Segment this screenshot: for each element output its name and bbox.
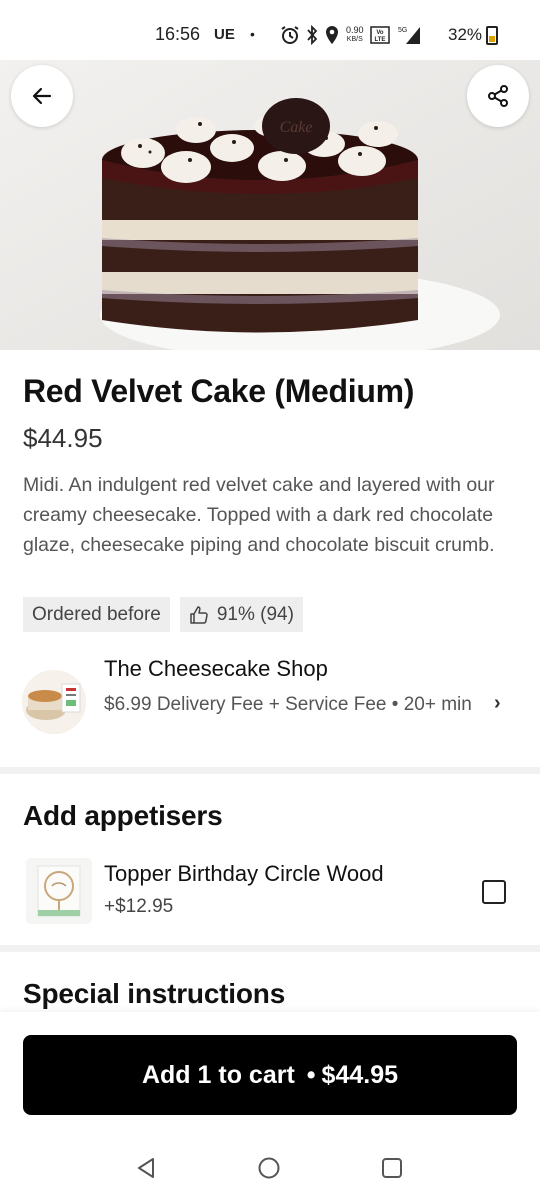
status-icons: 0.90 KB/S Vo LTE 5G <box>280 22 422 48</box>
location-icon <box>326 26 338 44</box>
alarm-icon <box>281 26 299 44</box>
svg-text:LTE: LTE <box>374 37 385 43</box>
signal-icon: 5G <box>398 27 420 44</box>
battery-percent: 32% <box>448 25 483 44</box>
svg-text:5G: 5G <box>398 27 407 34</box>
carrier-label: UE <box>214 26 235 43</box>
addon-thumbnail <box>26 858 92 924</box>
volte-icon: VoLTE <box>369 26 390 44</box>
section-divider <box>0 945 540 952</box>
nav-back-icon[interactable] <box>134 1156 158 1180</box>
add-to-cart-button[interactable]: Add 1 to cart • $44.95 <box>23 1035 517 1115</box>
addon-name: Topper Birthday Circle Wood <box>104 861 384 886</box>
rating-label: 91% (94) <box>216 604 294 625</box>
share-button[interactable] <box>467 65 529 127</box>
store-fees: $6.99 Delivery Fee + Service Fee • 20+ m… <box>104 694 472 715</box>
svg-text:Cake: Cake <box>280 119 313 136</box>
ordered-before-badge: Ordered before <box>23 597 170 632</box>
notification-dot: • <box>250 26 255 42</box>
network-speed-unit: KB/S <box>346 36 363 43</box>
product-price: $44.95 <box>23 423 103 453</box>
product-badges: Ordered before 91% (94) <box>23 597 303 632</box>
ordered-before-label: Ordered before <box>32 604 161 625</box>
svg-text:Vo: Vo <box>376 30 384 36</box>
nav-home-icon[interactable] <box>257 1156 281 1180</box>
network-speed-value: 0.90 <box>346 25 364 35</box>
share-icon <box>488 85 508 107</box>
status-time: 16:56 <box>155 24 201 44</box>
rating-badge: 91% (94) <box>179 597 303 632</box>
store-logo-image <box>22 670 86 734</box>
section-divider <box>0 767 540 774</box>
appetisers-heading: Add appetisers <box>23 800 223 831</box>
battery-icon <box>486 26 498 45</box>
addon-checkbox[interactable] <box>482 880 506 904</box>
product-title: Red Velvet Cake (Medium) <box>23 373 415 409</box>
cake-illustration: Cake <box>0 60 540 350</box>
store-name[interactable]: The Cheesecake Shop <box>104 656 328 682</box>
thumbs-up-icon <box>190 605 208 624</box>
add-to-cart-label: Add 1 to cart <box>141 1060 295 1089</box>
topper-image <box>26 858 92 924</box>
store-logo[interactable] <box>22 670 86 734</box>
store-chevron-icon[interactable]: › <box>494 692 501 715</box>
arrow-left-icon <box>32 87 52 105</box>
nav-recents-icon[interactable] <box>380 1156 404 1180</box>
add-to-cart-separator: • <box>306 1060 316 1089</box>
addon-price: +$12.95 <box>104 896 174 917</box>
product-description: Midi. An indulgent red velvet cake and l… <box>23 474 495 556</box>
add-to-cart-total: $44.95 <box>321 1060 399 1089</box>
product-image: Cake <box>0 60 540 350</box>
special-instructions-heading: Special instructions <box>23 978 286 1009</box>
back-button[interactable] <box>11 65 73 127</box>
network-speed: 0.90 KB/S <box>346 26 364 44</box>
status-bar: 16:56 UE • 0.90 KB/S Vo LTE 5G 32% <box>0 0 540 60</box>
bluetooth-icon <box>307 25 318 45</box>
